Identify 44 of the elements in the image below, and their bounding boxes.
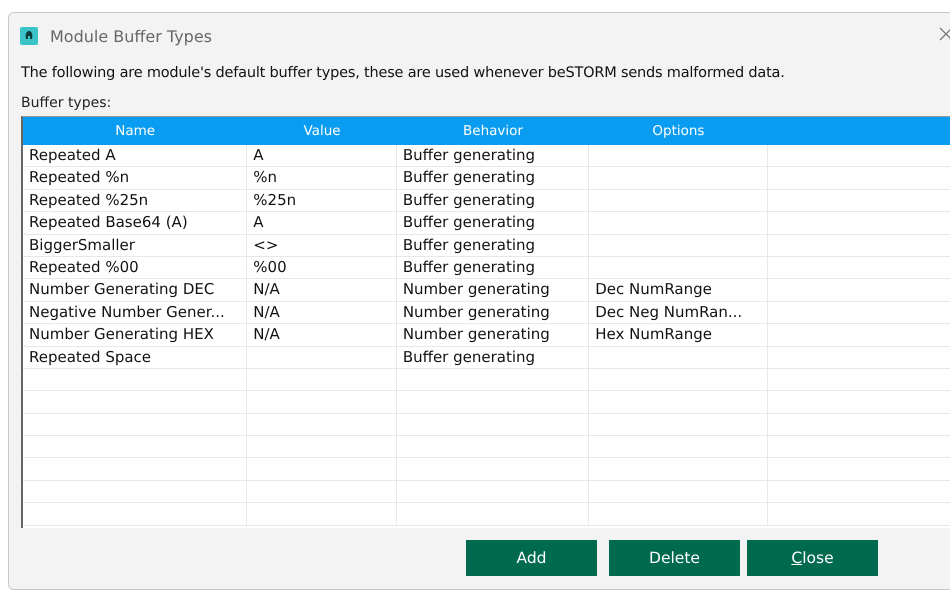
table-cell: %25n bbox=[247, 190, 397, 212]
table-cell: Number Generating DEC bbox=[23, 279, 248, 301]
table-cell: BiggerSmaller bbox=[23, 234, 248, 256]
add-button[interactable]: Add bbox=[466, 540, 597, 576]
column-header[interactable]: Value bbox=[247, 117, 397, 145]
app-icon bbox=[20, 27, 38, 45]
delete-button[interactable]: Delete bbox=[609, 540, 740, 576]
table-cell: A bbox=[247, 212, 397, 234]
table-cell: Buffer generating bbox=[396, 167, 590, 189]
table-label: Buffer types: bbox=[21, 95, 112, 111]
table-cell: Dec Neg NumRan... bbox=[589, 302, 768, 324]
column-header[interactable]: Options bbox=[589, 117, 768, 145]
table-cell: Repeated Base64 (A) bbox=[23, 212, 248, 234]
table-cell: Negative Number Gener... bbox=[23, 302, 248, 324]
description-text: The following are module's default buffer types, these are used whenever beSTORM sends malformed data. bbox=[21, 65, 786, 81]
table-cell: Hex NumRange bbox=[589, 324, 768, 346]
table-cell: N/A bbox=[247, 302, 397, 324]
table-cell: Buffer generating bbox=[396, 212, 590, 234]
table-cell: Buffer generating bbox=[396, 234, 590, 256]
table-cell: N/A bbox=[247, 324, 397, 346]
close-button[interactable]: Close bbox=[747, 540, 878, 576]
table-cell: Repeated %25n bbox=[23, 190, 248, 212]
table-cell: Repeated %n bbox=[23, 167, 248, 189]
table-cell: Buffer generating bbox=[396, 145, 590, 166]
close-icon[interactable] bbox=[939, 27, 950, 41]
table-cell: <> bbox=[247, 234, 397, 256]
window-title: Module Buffer Types bbox=[50, 26, 212, 46]
table-cell: Repeated A bbox=[23, 145, 248, 166]
table-cell: %n bbox=[247, 167, 397, 189]
table-cell: Number generating bbox=[396, 279, 590, 301]
table-cell: Repeated %00 bbox=[23, 256, 248, 278]
table-cell: Repeated Space bbox=[23, 346, 248, 368]
column-header[interactable]: Behavior bbox=[396, 117, 590, 145]
table-cell: Number generating bbox=[396, 324, 590, 346]
table-cell: Buffer generating bbox=[396, 256, 590, 278]
table-cell: Number generating bbox=[396, 302, 590, 324]
table-cell: N/A bbox=[247, 279, 397, 301]
table-cell: Number Generating HEX bbox=[23, 324, 248, 346]
table-cell: A bbox=[247, 145, 397, 166]
table-cell: Buffer generating bbox=[396, 190, 590, 212]
table-cell: %00 bbox=[247, 256, 397, 278]
table-cell: Buffer generating bbox=[396, 346, 590, 368]
table-cell: Dec NumRange bbox=[589, 279, 768, 301]
column-header[interactable]: Name bbox=[23, 117, 248, 145]
